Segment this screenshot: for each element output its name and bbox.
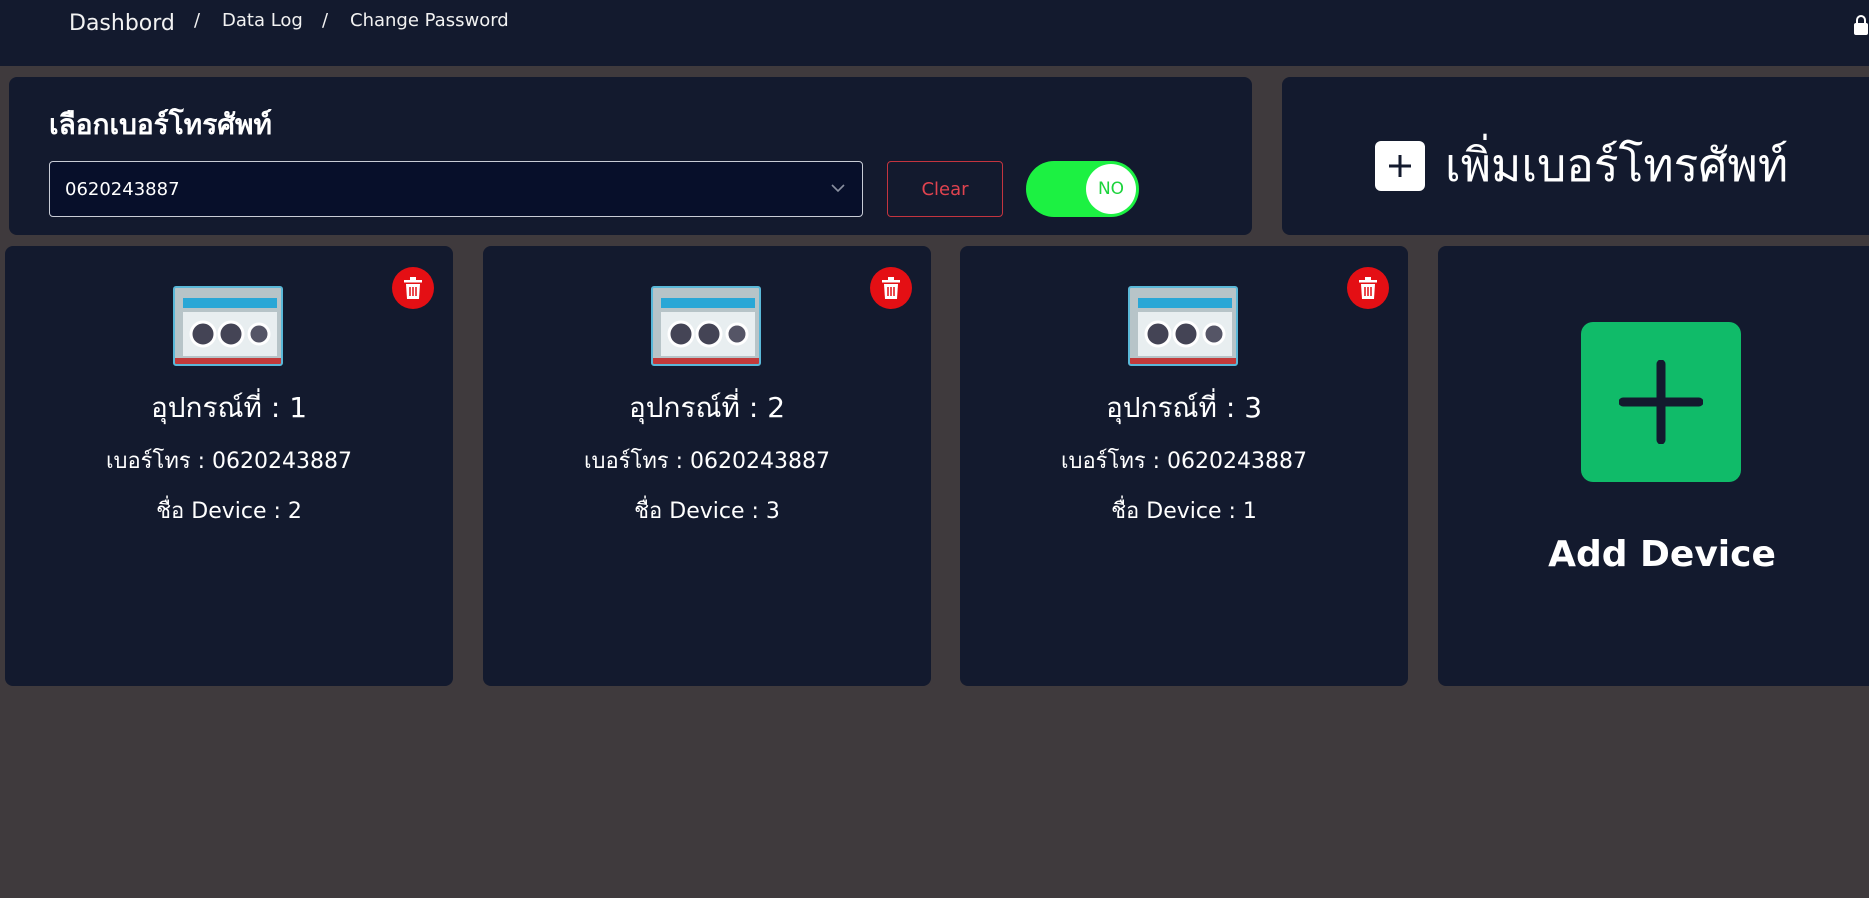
phone-select-dropdown[interactable]: 0620243887 [49,161,863,217]
add-device-button[interactable]: Add Device [1438,246,1869,686]
device-thumbnail [1128,286,1238,366]
lock-icon[interactable] [1853,14,1869,36]
phone-select-value: 0620243887 [65,179,180,200]
device-thumbnail [173,286,283,366]
toggle-label: NO [1097,179,1125,199]
device-name: ชื่อ Device : 2 [156,499,302,524]
phone-select-panel: เลือกเบอร์โทรศัพท์ 0620243887 Clear NO [9,77,1252,235]
trash-icon [882,277,900,299]
device-phone: เบอร์โทร : 0620243887 [583,449,831,474]
device-phone: เบอร์โทร : 0620243887 [1060,449,1308,474]
device-title: อุปกรณ์ที่ : 1 [150,391,308,424]
device-thumbnail [651,286,761,366]
plus-icon [1581,322,1741,482]
delete-device-button[interactable] [870,267,912,309]
add-phone-label: เพิ่มเบอร์โทรศัพท์ [1445,138,1789,192]
device-phone: เบอร์โทร : 0620243887 [105,449,353,474]
status-toggle[interactable]: NO [1026,161,1139,217]
device-title: อุปกรณ์ที่ : 2 [628,391,786,424]
delete-device-button[interactable] [1347,267,1389,309]
add-phone-button[interactable]: เพิ่มเบอร์โทรศัพท์ [1282,77,1869,235]
delete-device-button[interactable] [392,267,434,309]
trash-icon [404,277,422,299]
toggle-knob: NO [1086,164,1136,214]
device-title: อุปกรณ์ที่ : 3 [1105,391,1263,424]
chevron-down-icon [831,184,845,193]
top-nav: Dashbord / Data Log / Change Password [0,0,1869,66]
trash-icon [1359,277,1377,299]
nav-change-password-link[interactable]: Change Password [350,10,509,31]
nav-separator: / [322,10,329,31]
add-device-label: Add Device [1548,534,1776,575]
nav-separator: / [194,10,201,31]
clear-button[interactable]: Clear [887,161,1003,217]
nav-data-log-link[interactable]: Data Log [222,10,303,31]
device-card: อุปกรณ์ที่ : 1 เบอร์โทร : 0620243887 ชื่… [5,246,453,686]
phone-select-title: เลือกเบอร์โทรศัพท์ [49,108,272,141]
nav-dashboard-link[interactable]: Dashbord [69,11,175,36]
device-name: ชื่อ Device : 1 [1111,499,1257,524]
device-name: ชื่อ Device : 3 [634,499,780,524]
device-card: อุปกรณ์ที่ : 3 เบอร์โทร : 0620243887 ชื่… [960,246,1408,686]
device-card: อุปกรณ์ที่ : 2 เบอร์โทร : 0620243887 ชื่… [483,246,931,686]
plus-icon [1375,140,1425,191]
